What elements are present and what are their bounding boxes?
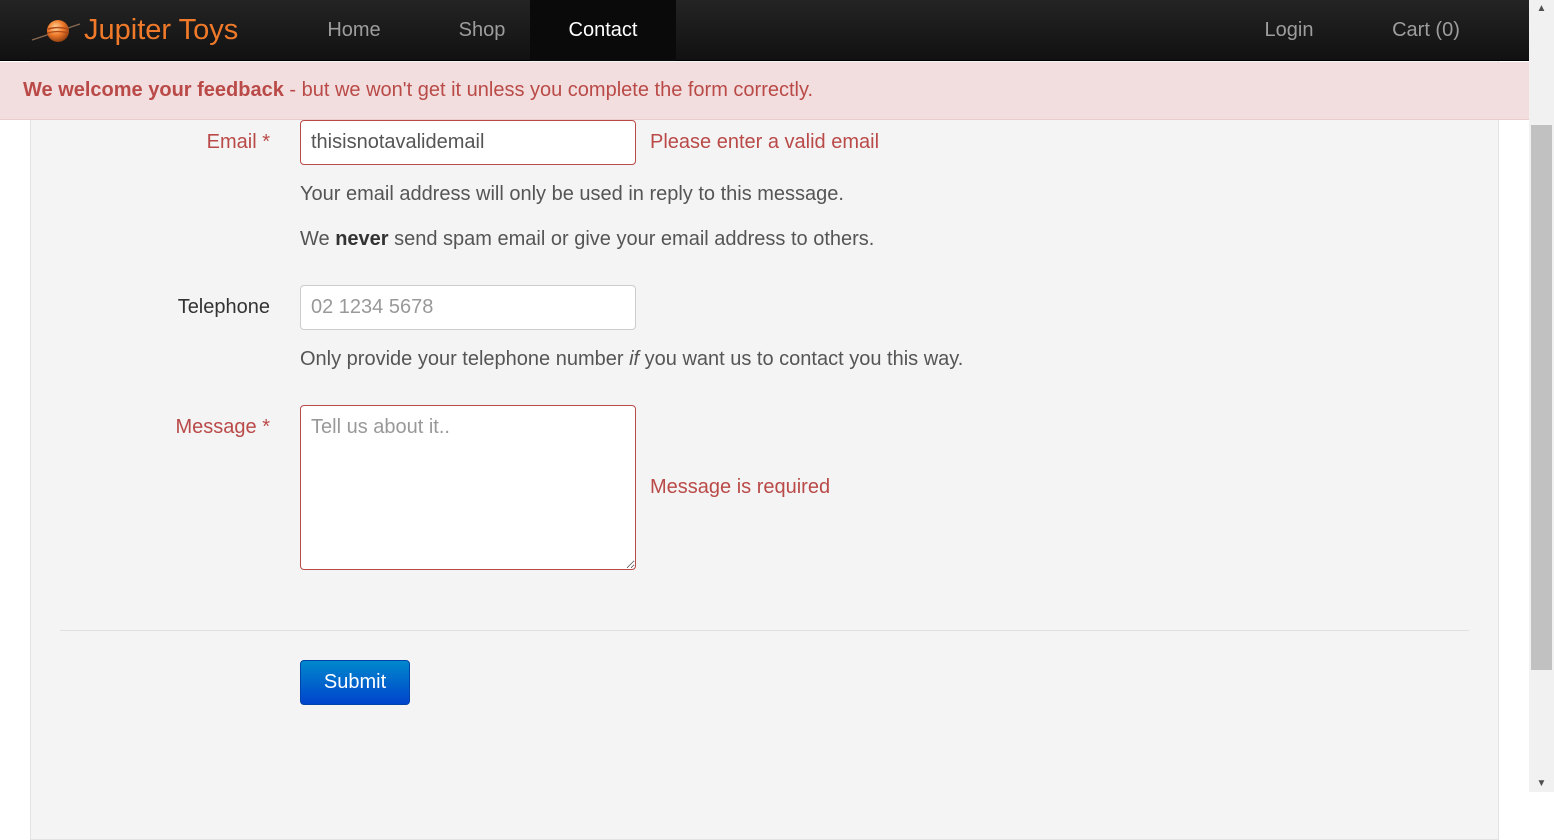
telephone-input[interactable] [300,285,636,330]
nav-cart[interactable]: Cart (0) [1370,0,1482,61]
alert-text: - but we won't get it unless you complet… [283,79,814,101]
message-textarea[interactable] [300,405,636,570]
contact-form-panel [30,40,1499,840]
telephone-help-pre: Only provide your telephone number [300,348,630,370]
alert-strong-text: We welcome your feedback [23,79,284,101]
scroll-thumb[interactable] [1531,125,1552,670]
telephone-help-if: if [629,348,640,370]
top-navbar: Jupiter Toys Home Shop Contact Login Car… [0,0,1529,61]
email-input[interactable] [300,120,636,165]
email-help-text: Your email address will only be used in … [300,183,844,205]
nav-contact[interactable]: Contact [530,0,676,61]
email-privacy-post: send spam email or give your email addre… [388,228,875,250]
submit-button[interactable]: Submit [300,660,410,705]
message-label-wrap: Message * [60,416,270,439]
scroll-down-arrow-icon[interactable]: ▼ [1529,775,1554,792]
vertical-scrollbar[interactable]: ▲ ▼ [1529,0,1554,792]
telephone-help-post: you want us to contact you this way. [639,348,964,370]
brand-name: Jupiter Toys [84,14,239,46]
planet-logo-icon [30,16,82,46]
telephone-label: Telephone [177,296,270,318]
email-required-marker: * [262,131,270,153]
message-label: Message [175,416,257,438]
nav-home[interactable]: Home [300,0,408,61]
telephone-help-text: Only provide your telephone number if yo… [300,348,963,371]
message-error-message: Message is required [650,476,831,498]
email-error-message: Please enter a valid email [650,131,880,153]
feedback-alert: We welcome your feedback - but we won't … [0,62,1529,120]
email-privacy-note: We never send spam email or give your em… [300,228,874,251]
scroll-up-arrow-icon[interactable]: ▲ [1529,0,1554,17]
message-required-marker: * [262,416,270,438]
form-divider [60,630,1469,631]
email-label: Email [206,131,257,153]
email-privacy-never: never [335,228,389,250]
email-label-wrap: Email * [60,131,270,154]
nav-shop[interactable]: Shop [428,0,536,61]
nav-login[interactable]: Login [1240,0,1338,61]
brand-link[interactable]: Jupiter Toys [30,0,238,61]
email-privacy-pre: We [300,228,336,250]
